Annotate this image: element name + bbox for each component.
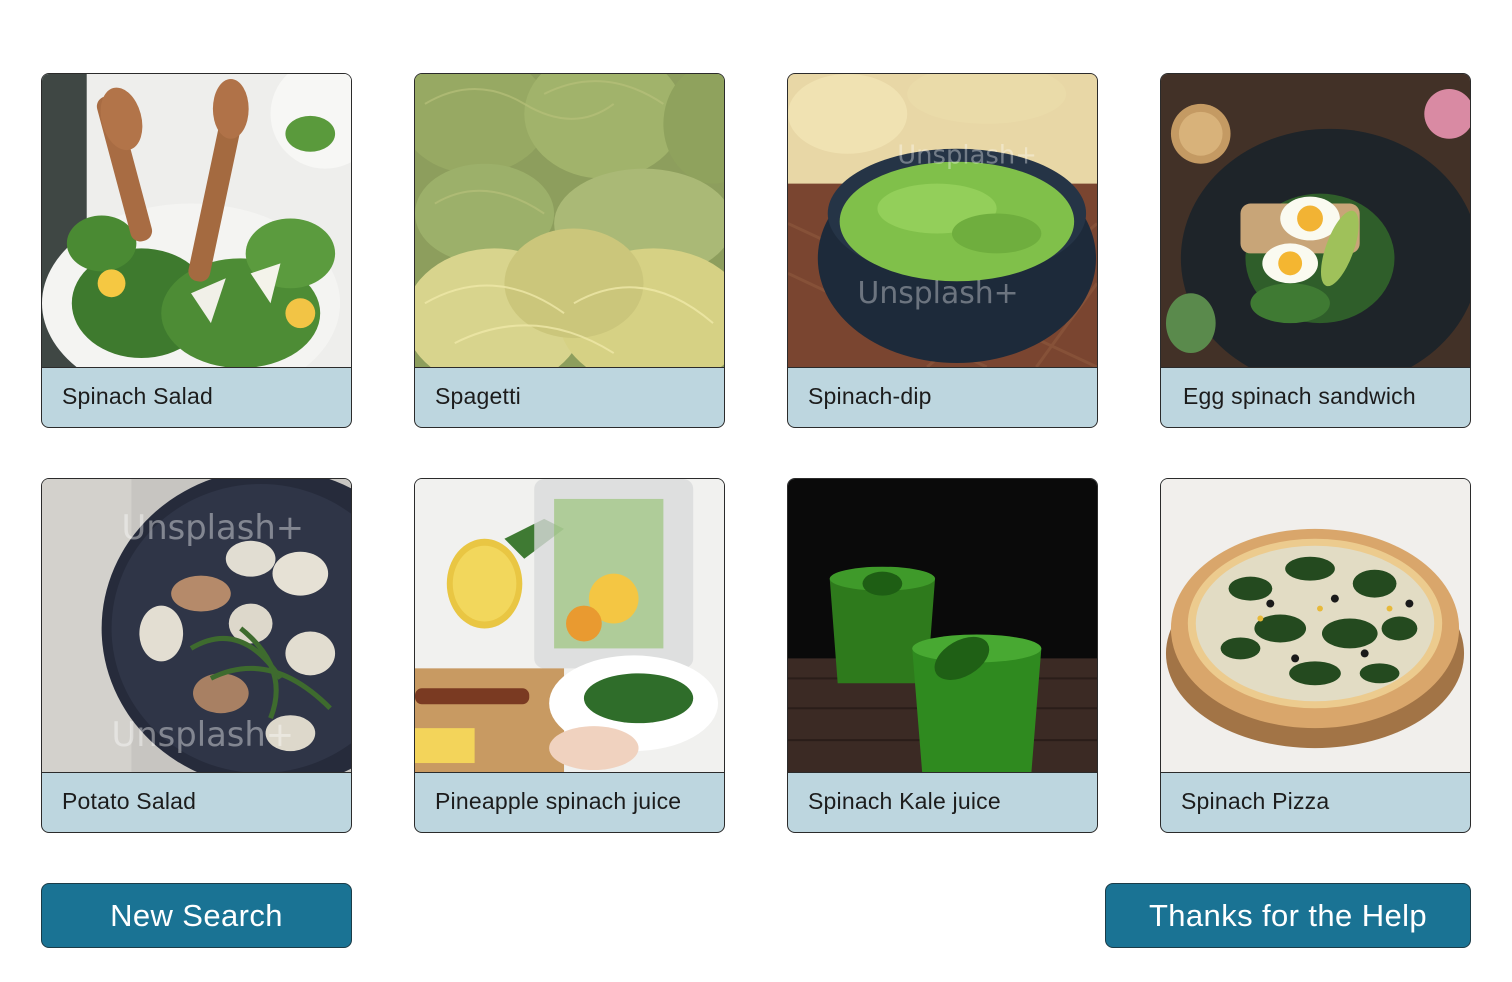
pineapple-spinach-juice-image [415,479,724,773]
spagetti-image [415,74,724,368]
result-label: Egg spinach sandwich [1183,383,1416,409]
result-label: Spinach Salad [62,383,213,409]
thanks-button[interactable]: Thanks for the Help [1105,883,1471,948]
result-card-spinach-dip[interactable]: Unsplash+ Unsplash+ Spinach-dip [787,73,1098,428]
result-card-pineapple-spinach-juice[interactable]: Pineapple spinach juice [414,478,725,833]
result-label: Spagetti [435,383,521,409]
results-page: Spinach Salad Spagetti Unsplash+ Unsplas… [0,0,1512,982]
egg-spinach-sandwich-image [1161,74,1470,368]
result-label: Spinach Pizza [1181,788,1330,814]
new-search-button[interactable]: New Search [41,883,352,948]
potato-salad-image: Unsplash+ Unsplash+ [42,479,351,773]
result-label: Potato Salad [62,788,197,814]
result-card-spinach-salad[interactable]: Spinach Salad [41,73,352,428]
result-label: Pineapple spinach juice [435,788,682,814]
result-label: Spinach Kale juice [808,788,1001,814]
result-card-potato-salad[interactable]: Unsplash+ Unsplash+ Potato Salad [41,478,352,833]
svg-text:Unsplash+: Unsplash+ [112,715,295,754]
spinach-pizza-image [1161,479,1470,773]
svg-text:Unsplash+: Unsplash+ [858,276,1019,311]
spinach-kale-juice-image [788,479,1097,773]
result-card-egg-spinach-sandwich[interactable]: Egg spinach sandwich [1160,73,1471,428]
svg-text:Unsplash+: Unsplash+ [897,141,1037,171]
spinach-salad-image [42,74,351,368]
result-card-spinach-pizza[interactable]: Spinach Pizza [1160,478,1471,833]
result-card-spinach-kale-juice[interactable]: Spinach Kale juice [787,478,1098,833]
svg-text:Unsplash+: Unsplash+ [121,508,304,547]
spinach-dip-image: Unsplash+ Unsplash+ [788,74,1097,368]
result-label: Spinach-dip [808,383,932,409]
result-card-spagetti[interactable]: Spagetti [414,73,725,428]
